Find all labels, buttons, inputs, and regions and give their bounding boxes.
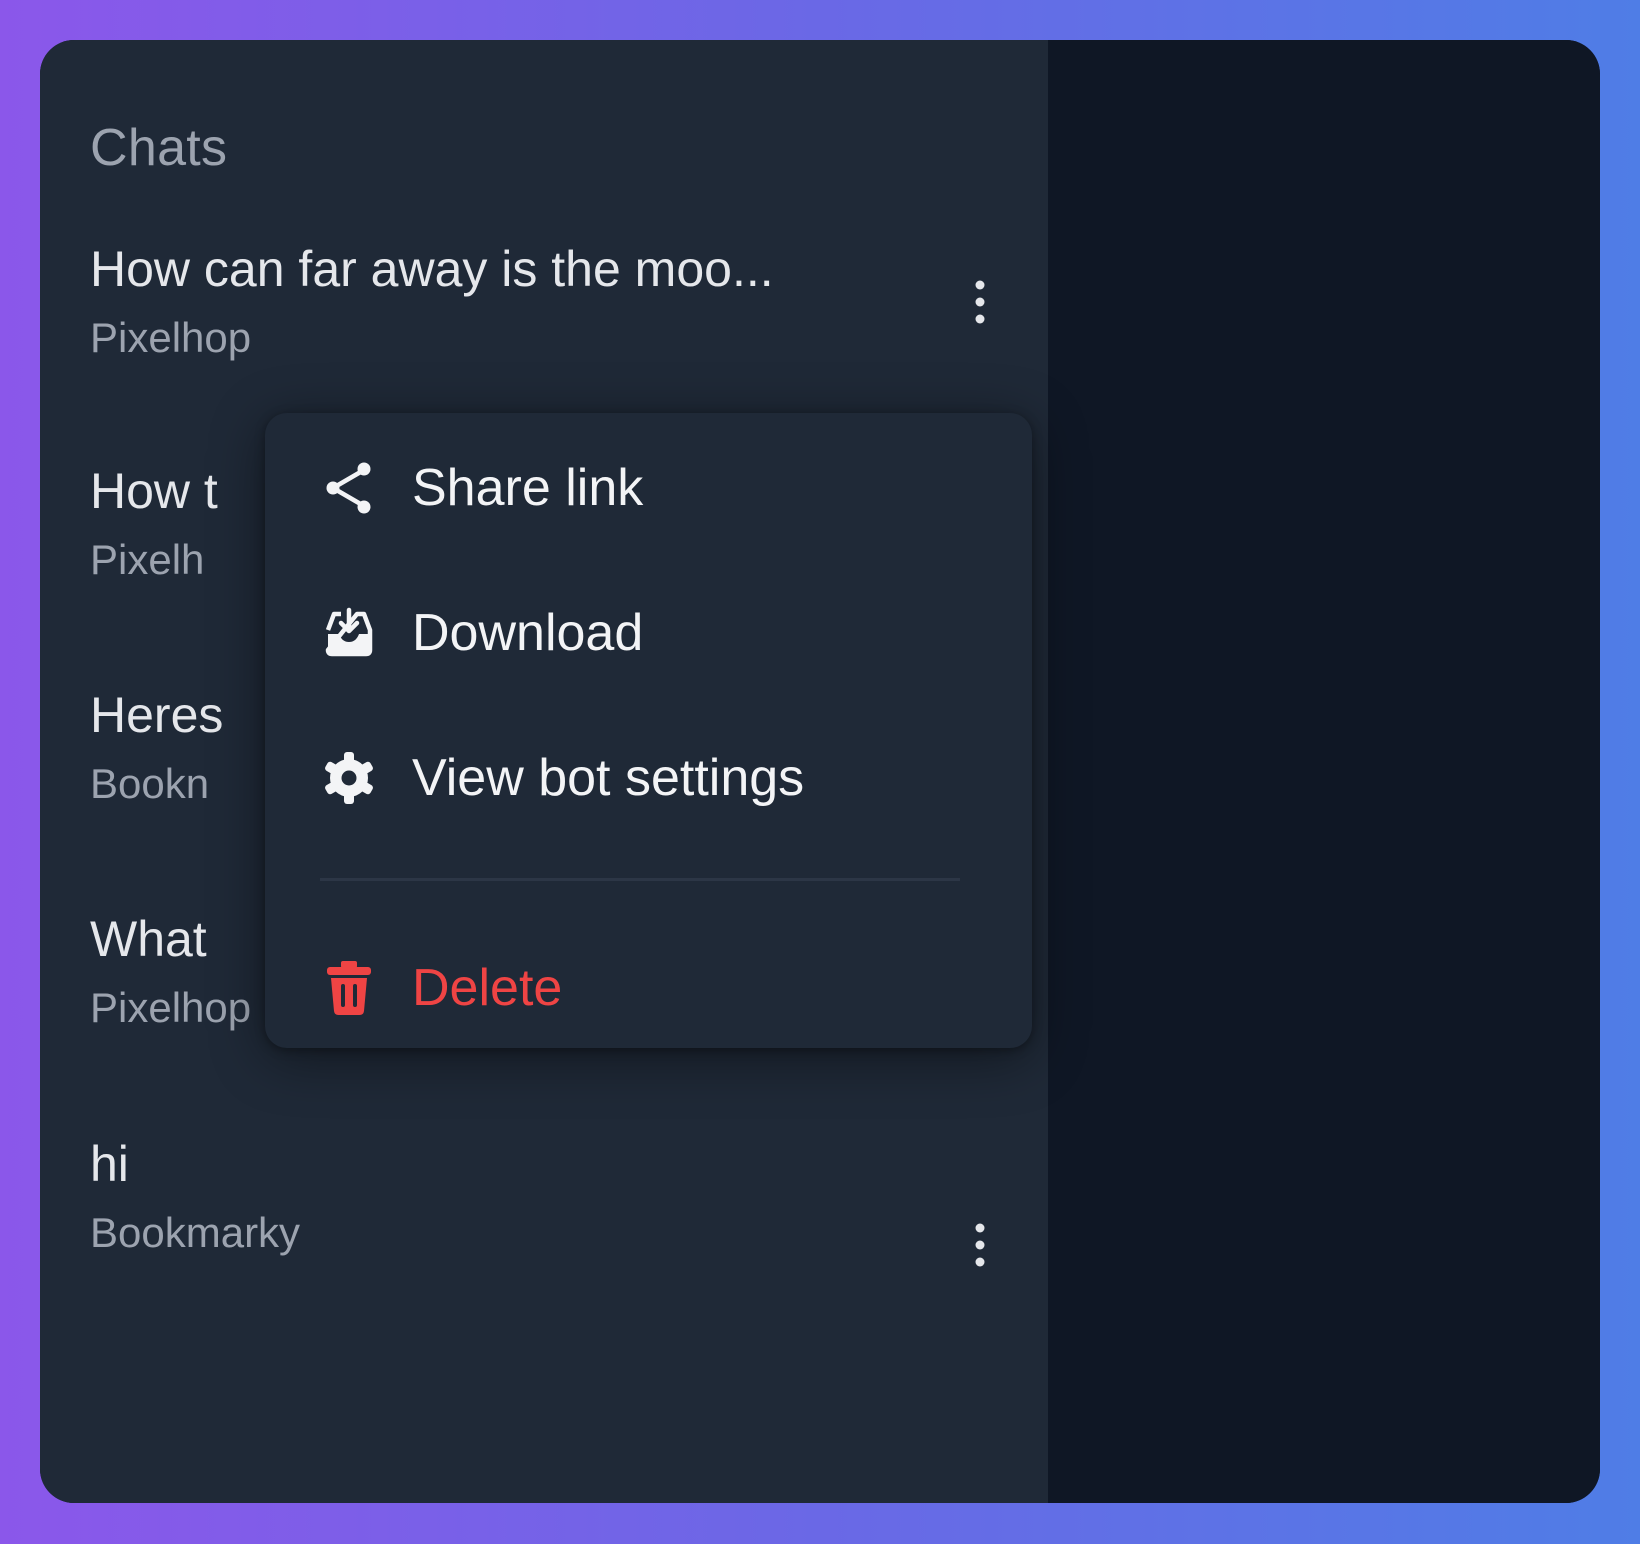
chat-title: What: [90, 911, 207, 967]
download-menu-item[interactable]: Download: [320, 593, 643, 673]
more-options-button[interactable]: [960, 272, 1000, 332]
menu-divider: [320, 878, 960, 881]
chat-bot-name: Pixelhop: [90, 984, 252, 1031]
view-bot-settings-label: View bot settings: [412, 749, 805, 807]
share-link-menu-item[interactable]: Share link: [320, 448, 643, 528]
chat-title: How can far away is the moo...: [90, 241, 774, 297]
share-link-label: Share link: [412, 459, 644, 517]
sidebar-title: Chats: [90, 119, 228, 177]
chat-list-item[interactable]: hi Bookmarky: [90, 1135, 1000, 1285]
chat-title: How t: [90, 463, 218, 519]
chat-bot-name: Pixelh: [90, 536, 205, 583]
vertical-ellipsis-icon: [975, 280, 985, 324]
download-label: Download: [412, 604, 644, 662]
delete-menu-item[interactable]: Delete: [320, 948, 562, 1028]
app-window: Chats How can far away is the moo... Pix…: [40, 40, 1600, 1503]
download-tray-icon: [320, 604, 378, 662]
gear-icon: [320, 749, 378, 807]
chat-sidebar: Chats How can far away is the moo... Pix…: [40, 40, 1048, 1503]
trash-icon: [320, 959, 378, 1017]
vertical-ellipsis-icon: [975, 1223, 985, 1267]
chat-context-menu: Share link Download View bot settings De…: [265, 413, 1032, 1048]
more-options-button[interactable]: [960, 1215, 1000, 1275]
share-icon: [320, 459, 378, 517]
main-panel: [1048, 40, 1600, 1503]
chat-list-item[interactable]: How can far away is the moo... Pixelhop: [90, 240, 1000, 390]
chat-bot-name: Bookmarky: [90, 1209, 301, 1256]
chat-bot-name: Pixelhop: [90, 314, 252, 361]
chat-bot-name: Bookn: [90, 760, 210, 807]
delete-label: Delete: [412, 959, 563, 1017]
view-bot-settings-menu-item[interactable]: View bot settings: [320, 738, 804, 818]
chat-title: Heres: [90, 687, 224, 743]
chat-title: hi: [90, 1136, 129, 1192]
